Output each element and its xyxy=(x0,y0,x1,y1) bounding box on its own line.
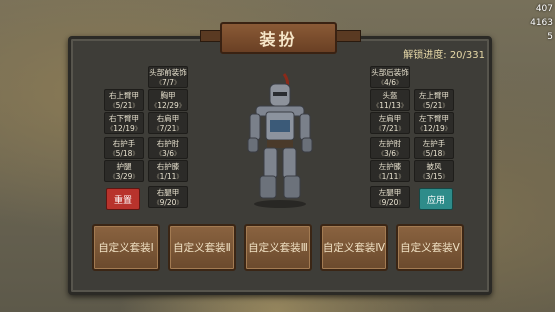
slot-right-lower-arm[interactable]: 右下臂甲12/19 xyxy=(104,112,144,134)
slot-left-lower-arm[interactable]: 左下臂甲12/19 xyxy=(414,112,454,134)
hud-resource-gold: 4163 xyxy=(530,18,553,28)
reset-button[interactable]: 重置 xyxy=(106,188,140,210)
slot-right-shoulder[interactable]: 右肩甲7/21 xyxy=(148,112,188,134)
slot-right-upper-arm[interactable]: 右上臂甲5/21 xyxy=(104,89,144,111)
slot-chest[interactable]: 胸甲12/29 xyxy=(148,89,188,111)
hud-resource-top: 407 xyxy=(535,4,553,14)
armored-knight-character xyxy=(247,73,313,208)
slot-leg-guard[interactable]: 护腿3/29 xyxy=(104,160,144,182)
custom-outfit-5-button[interactable]: 自定义套装Ⅴ xyxy=(396,224,464,271)
hud-resource-third: 5 xyxy=(547,32,553,42)
slot-right-elbow[interactable]: 右护肘3/6 xyxy=(148,137,188,159)
custom-outfit-4-button[interactable]: 自定义套装Ⅳ xyxy=(320,224,388,271)
slot-left-upper-arm[interactable]: 左上臂甲5/21 xyxy=(414,89,454,111)
slot-left-gauntlet[interactable]: 左护手5/18 xyxy=(414,137,454,159)
slot-left-elbow[interactable]: 左护肘3/6 xyxy=(370,137,410,159)
custom-outfit-3-button[interactable]: 自定义套装Ⅲ xyxy=(244,224,312,271)
apply-button[interactable]: 应用 xyxy=(419,188,453,210)
unlock-progress: 解锁进度: 20/331 xyxy=(403,46,485,61)
slot-left-knee[interactable]: 左护膝1/11 xyxy=(370,160,410,182)
slot-left-shoulder[interactable]: 左肩甲7/21 xyxy=(370,112,410,134)
slot-head-front-decor[interactable]: 头部前装饰7/7 xyxy=(148,66,188,88)
slot-head-back-decor[interactable]: 头部后装饰4/6 xyxy=(370,66,410,88)
custom-outfit-1-button[interactable]: 自定义套装Ⅰ xyxy=(92,224,160,271)
slot-helmet[interactable]: 头盔11/13 xyxy=(370,89,410,111)
unlock-progress-label: 解锁进度: xyxy=(403,50,447,61)
slot-right-knee[interactable]: 右护膝1/11 xyxy=(148,160,188,182)
slot-cape[interactable]: 披风3/15 xyxy=(414,160,454,182)
custom-outfit-2-button[interactable]: 自定义套装Ⅱ xyxy=(168,224,236,271)
unlock-progress-value: 20/331 xyxy=(449,50,485,61)
slot-right-gauntlet[interactable]: 右护手5/18 xyxy=(104,137,144,159)
slot-left-leg[interactable]: 左腿甲9/20 xyxy=(370,186,410,208)
page-title: 装扮 xyxy=(220,22,337,54)
slot-right-leg[interactable]: 右腿甲9/20 xyxy=(148,186,188,208)
